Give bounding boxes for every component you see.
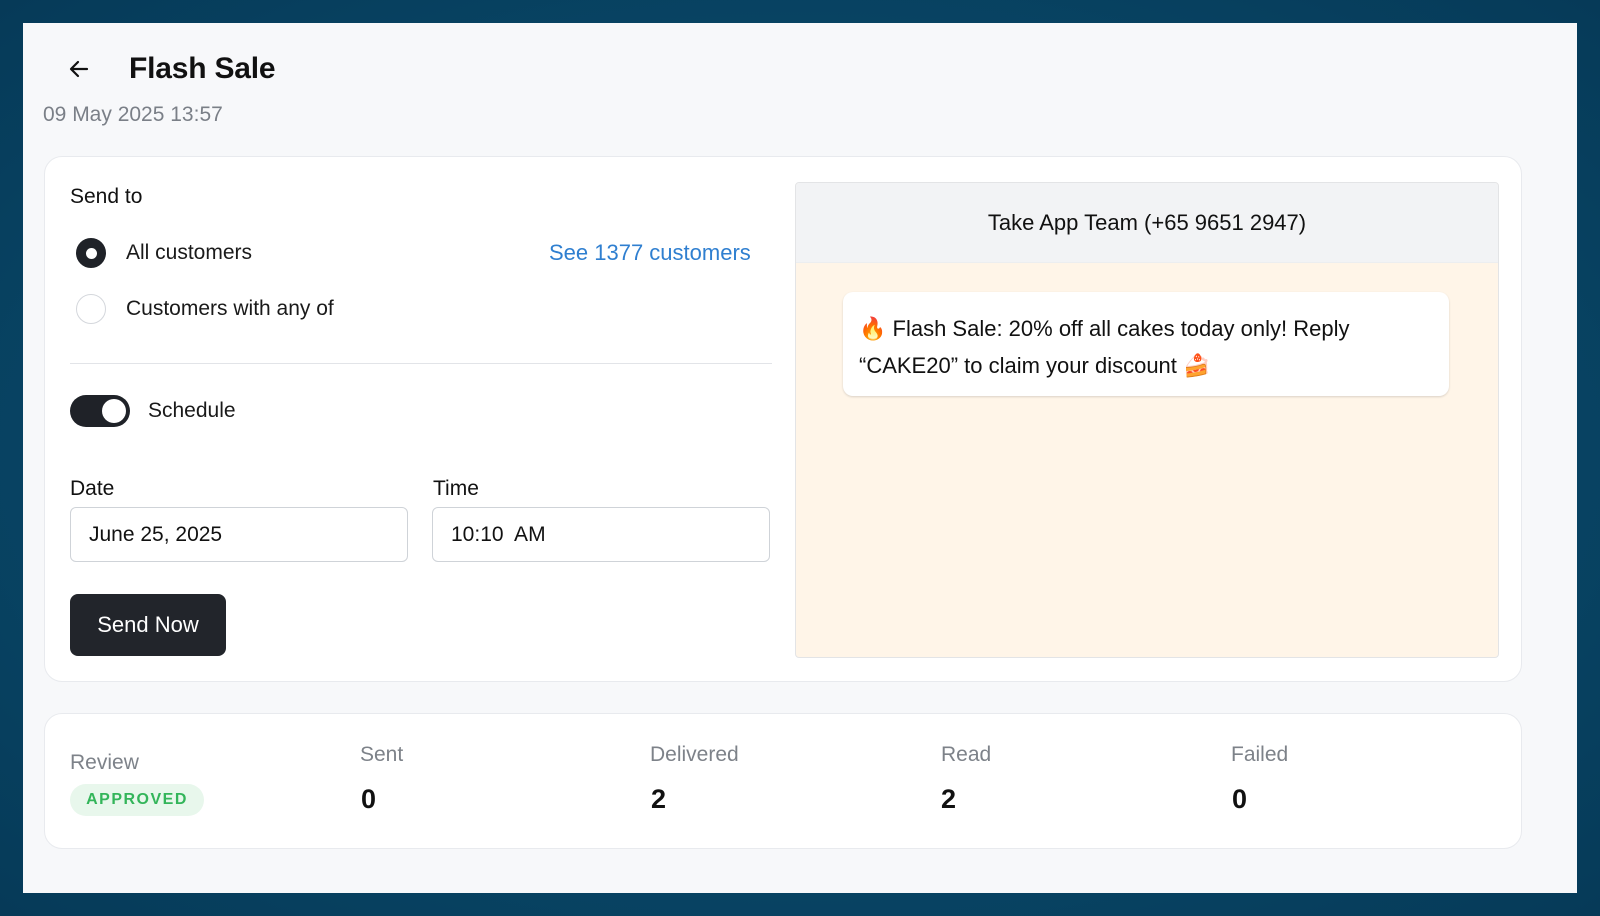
back-button[interactable] (59, 49, 99, 89)
arrow-left-icon (69, 60, 89, 78)
delivered-value: 2 (651, 784, 667, 814)
schedule-label: Schedule (148, 399, 236, 422)
failed-label: Failed (1231, 743, 1289, 766)
radio-button-unchecked[interactable] (76, 294, 106, 324)
toggle-knob (102, 399, 126, 423)
failed-value: 0 (1232, 784, 1248, 814)
sent-value: 0 (361, 784, 377, 814)
read-label: Read (941, 743, 992, 766)
campaign-card: Send to All customers See 1377 customers… (44, 156, 1522, 682)
created-timestamp: 09 May 2025 13:57 (43, 103, 223, 126)
status-badge: APPROVED (70, 784, 204, 816)
radio-label: All customers (126, 241, 253, 264)
send-now-button[interactable]: Send Now (70, 594, 226, 656)
read-value: 2 (941, 784, 957, 814)
stats-card: Review APPROVED Sent 0 Delivered 2 Read … (44, 713, 1522, 849)
message-bubble: 🔥 Flash Sale: 20% off all cakes today on… (843, 292, 1449, 396)
send-to-label: Send to (70, 185, 143, 208)
message-preview: Take App Team (+65 9651 2947) 🔥 Flash Sa… (795, 182, 1499, 658)
see-customers-link[interactable]: See 1377 customers (549, 240, 751, 266)
delivered-label: Delivered (650, 743, 739, 766)
date-label: Date (70, 477, 115, 500)
review-label: Review (70, 751, 139, 774)
page-header: Flash Sale (59, 49, 276, 89)
page-title: Flash Sale (129, 52, 276, 85)
divider (70, 363, 772, 364)
radio-option-customers-with-tags[interactable]: Customers with any of (76, 294, 334, 324)
schedule-toggle[interactable] (70, 395, 130, 427)
radio-button-checked[interactable] (76, 238, 106, 268)
radio-option-all-customers[interactable]: All customers (76, 238, 252, 268)
sent-label: Sent (360, 743, 404, 766)
time-input[interactable] (432, 507, 770, 562)
time-label: Time (433, 477, 479, 500)
radio-label: Customers with any of (126, 297, 334, 320)
campaign-panel: Flash Sale 09 May 2025 13:57 Send to All… (23, 23, 1577, 893)
date-input[interactable] (70, 507, 408, 562)
preview-sender-header: Take App Team (+65 9651 2947) (796, 183, 1498, 263)
